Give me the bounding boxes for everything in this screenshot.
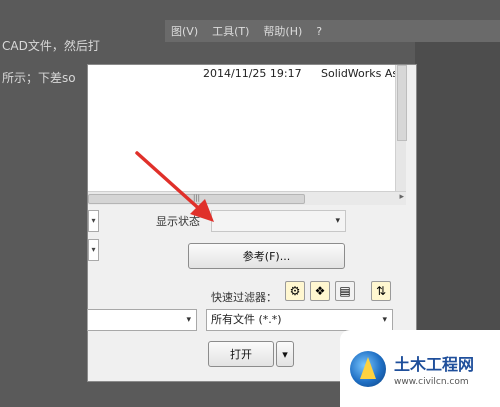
watermark-title: 土木工程网 <box>394 354 475 374</box>
horizontal-scroll-thumb[interactable]: ||| <box>88 194 305 204</box>
civilcn-logo-icon <box>350 350 386 387</box>
scroll-right-arrow-icon[interactable]: ▸ <box>399 192 404 202</box>
open-options-button[interactable]: ▾ <box>276 341 294 367</box>
watermark-url: www.civilcn.com <box>394 376 469 387</box>
display-state-select[interactable]: ▾ <box>211 210 346 232</box>
file-type-cell: SolidWorks Ass <box>321 67 404 80</box>
vertical-scroll-thumb[interactable] <box>397 65 407 141</box>
filter-toggle-icon[interactable]: ⇅ <box>371 281 391 301</box>
partial-combo-1[interactable]: ▾ <box>88 210 99 232</box>
menu-help-icon: ? <box>316 24 323 38</box>
partial-combo-2[interactable]: ▾ <box>88 239 99 261</box>
display-state-label: 显示状态 <box>156 215 200 228</box>
background-menubar: 图(V) 工具(T) 帮助(H) ? <box>165 20 500 42</box>
chevron-down-icon: ▾ <box>382 315 387 325</box>
horizontal-scrollbar[interactable]: ||| ▸ <box>88 191 406 205</box>
chevron-down-icon: ▾ <box>335 216 340 226</box>
file-name-input[interactable]: ▾ <box>87 309 197 331</box>
file-list-row[interactable]: 2014/11/25 19:17 SolidWorks Ass <box>88 65 406 81</box>
file-list[interactable]: 2014/11/25 19:17 SolidWorks Ass <box>88 65 407 191</box>
file-type-select[interactable]: 所有文件 (*.*) ▾ <box>206 309 393 331</box>
watermark: 土木工程网 www.civilcn.com <box>340 330 500 407</box>
filter-assembly-icon[interactable]: ❖ <box>310 281 330 301</box>
filter-drawing-icon[interactable]: ▤ <box>335 281 355 301</box>
open-dropdown-arrow-icon: ▾ <box>282 347 288 361</box>
scroll-grip: ||| <box>192 194 201 202</box>
reference-button[interactable]: 参考(F)... <box>188 243 345 269</box>
menu-tools: 工具(T) <box>212 25 250 38</box>
open-button[interactable]: 打开 <box>208 341 274 367</box>
background-line-1: CAD文件，然后打 <box>2 39 100 53</box>
chevron-down-icon: ▾ <box>186 315 191 325</box>
menu-view: 图(V) <box>171 25 199 38</box>
menu-help: 帮助(H) <box>263 25 303 38</box>
filter-parts-icon[interactable]: ⚙ <box>285 281 305 301</box>
quick-filter-label: 快速过滤器： <box>211 291 277 304</box>
file-modified-date: 2014/11/25 19:17 <box>203 67 302 80</box>
vertical-scrollbar[interactable] <box>395 65 407 191</box>
